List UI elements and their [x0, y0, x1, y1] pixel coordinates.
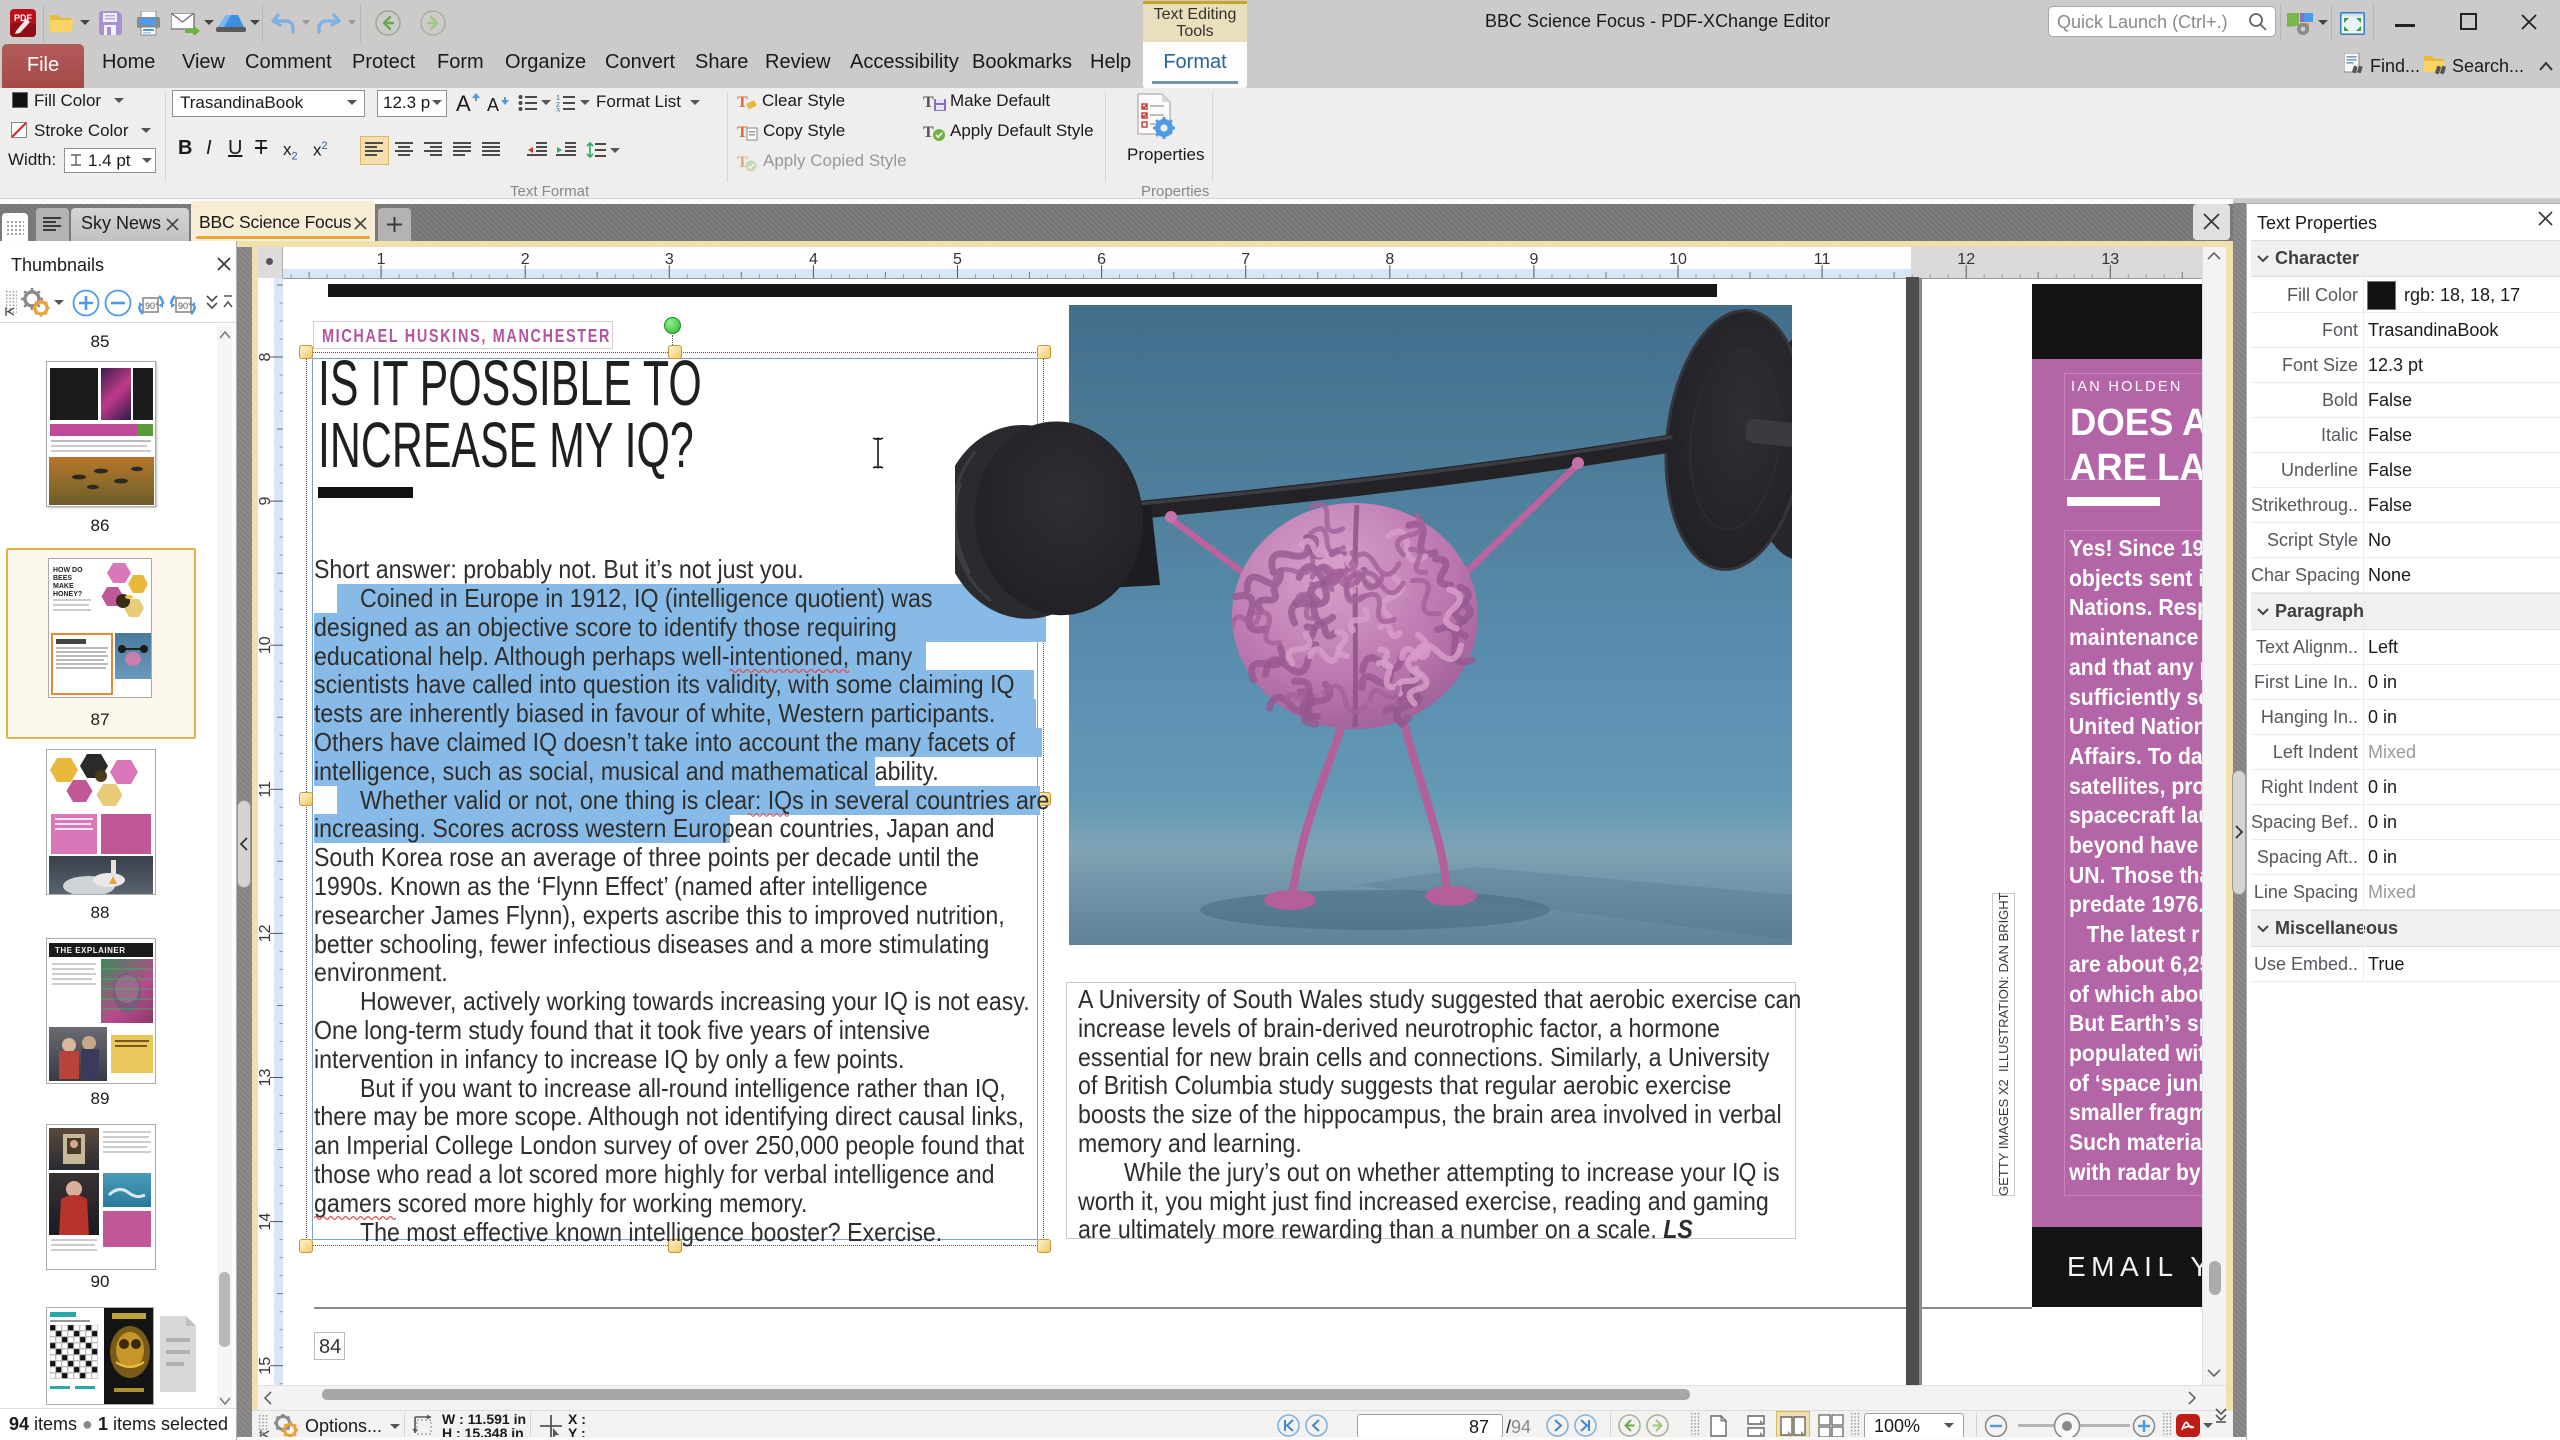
svg-text:T: T [923, 124, 934, 141]
svg-text:11: 11 [258, 781, 274, 798]
svg-text:6: 6 [1097, 251, 1106, 268]
svg-text:5: 5 [953, 251, 962, 268]
svg-text:12: 12 [258, 924, 274, 942]
svg-text:9: 9 [1529, 251, 1538, 268]
svg-text:7: 7 [1241, 251, 1250, 268]
svg-text:8: 8 [1385, 251, 1394, 268]
svg-text:11: 11 [1814, 251, 1831, 268]
svg-text:90°: 90° [145, 301, 159, 311]
svg-text:13: 13 [258, 1069, 274, 1087]
svg-text:8: 8 [258, 352, 274, 361]
svg-text:9: 9 [258, 497, 274, 506]
svg-text:13: 13 [2101, 251, 2119, 268]
svg-text:10: 10 [258, 636, 274, 654]
svg-text:90°: 90° [178, 301, 192, 311]
svg-text:PDF: PDF [14, 13, 33, 23]
svg-text:T: T [737, 94, 748, 111]
svg-text:3: 3 [665, 251, 674, 268]
svg-text:T: T [737, 124, 748, 141]
svg-text:2: 2 [521, 251, 530, 268]
svg-text:1: 1 [556, 95, 560, 102]
svg-text:3: 3 [556, 108, 560, 112]
svg-text:15: 15 [258, 1357, 274, 1375]
svg-text:1: 1 [377, 251, 386, 268]
svg-text:10: 10 [1669, 251, 1687, 268]
svg-text:4: 4 [809, 251, 818, 268]
svg-text:12: 12 [1957, 251, 1975, 268]
svg-text:14: 14 [258, 1213, 274, 1231]
svg-text:T: T [923, 94, 934, 111]
